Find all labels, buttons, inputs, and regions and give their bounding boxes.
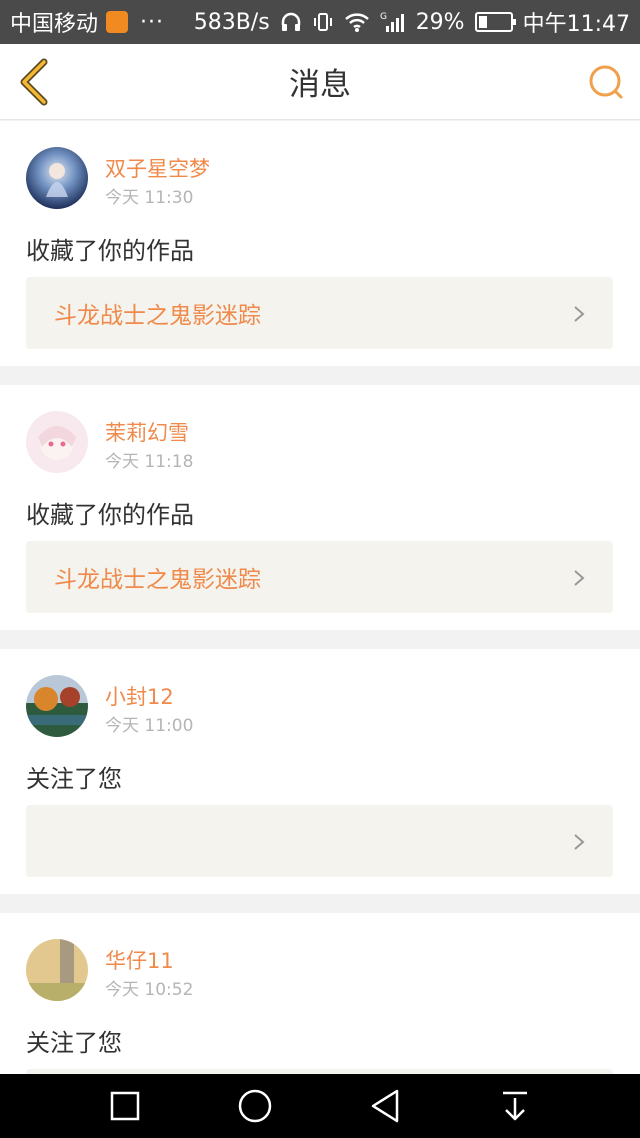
app-icon — [106, 11, 129, 33]
avatar[interactable] — [26, 675, 88, 737]
battery-fill — [478, 16, 488, 28]
action-text: 关注了您 — [26, 765, 122, 793]
user-name[interactable]: 华仔11 — [105, 945, 174, 975]
battery-icon — [474, 12, 516, 32]
vibrate-icon — [312, 11, 334, 33]
wifi-icon — [344, 11, 370, 33]
message-item: 双子星空梦 今天 11:30 收藏了你的作品 斗龙战士之鬼影迷踪 — [0, 121, 640, 366]
avatar[interactable] — [26, 147, 88, 209]
message-item: 茉莉幻雪 今天 11:18 收藏了你的作品 斗龙战士之鬼影迷踪 — [0, 385, 640, 630]
action-text: 收藏了你的作品 — [26, 501, 194, 529]
chevron-right-icon — [574, 570, 585, 586]
work-link[interactable] — [26, 805, 613, 877]
action-text: 收藏了你的作品 — [26, 237, 194, 265]
status-bar: 中国移动 ··· 583B/s G 29% 中午11:47 — [0, 0, 640, 44]
clock: 中午11:47 — [522, 12, 630, 37]
chevron-left-icon — [20, 58, 48, 106]
headphones-icon — [280, 11, 302, 33]
top-navbar: 消息 — [0, 44, 640, 120]
work-title: 斗龙战士之鬼影迷踪 — [54, 303, 261, 329]
more-dots: ··· — [140, 9, 164, 35]
home-icon — [238, 1089, 272, 1123]
back-icon — [371, 1089, 399, 1123]
carrier-label: 中国移动 — [10, 12, 99, 37]
network-speed: 583B/s — [193, 9, 270, 35]
work-link[interactable]: 斗龙战士之鬼影迷踪 — [26, 277, 613, 349]
user-name[interactable]: 小封12 — [105, 681, 174, 711]
home-button[interactable] — [225, 1076, 285, 1136]
action-text: 关注了您 — [26, 1029, 122, 1057]
timestamp: 今天 11:30 — [105, 188, 194, 208]
message-list: 双子星空梦 今天 11:30 收藏了你的作品 斗龙战士之鬼影迷踪 茉莉幻雪 今天… — [0, 121, 640, 1138]
chevron-right-icon — [574, 834, 585, 850]
nav-back-button[interactable] — [355, 1076, 415, 1136]
search-icon — [589, 65, 623, 99]
system-nav-bar — [0, 1074, 640, 1138]
message-item: 小封12 今天 11:00 关注了您 — [0, 649, 640, 894]
avatar[interactable] — [26, 939, 88, 1001]
work-title: 斗龙战士之鬼影迷踪 — [54, 567, 261, 593]
page-title: 消息 — [289, 67, 351, 103]
chevron-right-icon — [574, 306, 585, 322]
user-name[interactable]: 双子星空梦 — [105, 153, 210, 183]
recent-apps-button[interactable] — [95, 1076, 155, 1136]
user-name[interactable]: 茉莉幻雪 — [105, 417, 189, 447]
svg-text:G: G — [380, 12, 387, 22]
avatar[interactable] — [26, 411, 88, 473]
signal-icon: G — [380, 10, 406, 34]
battery-percent: 29% — [415, 9, 465, 35]
work-link[interactable]: 斗龙战士之鬼影迷踪 — [26, 541, 613, 613]
search-button[interactable] — [586, 62, 626, 102]
notification-pull-icon — [503, 1091, 527, 1121]
recent-apps-icon — [110, 1091, 140, 1121]
timestamp: 今天 11:18 — [105, 452, 194, 472]
timestamp: 今天 10:52 — [105, 980, 194, 1000]
notification-pull-button[interactable] — [485, 1076, 545, 1136]
timestamp: 今天 11:00 — [105, 716, 194, 736]
back-button[interactable] — [14, 58, 54, 106]
